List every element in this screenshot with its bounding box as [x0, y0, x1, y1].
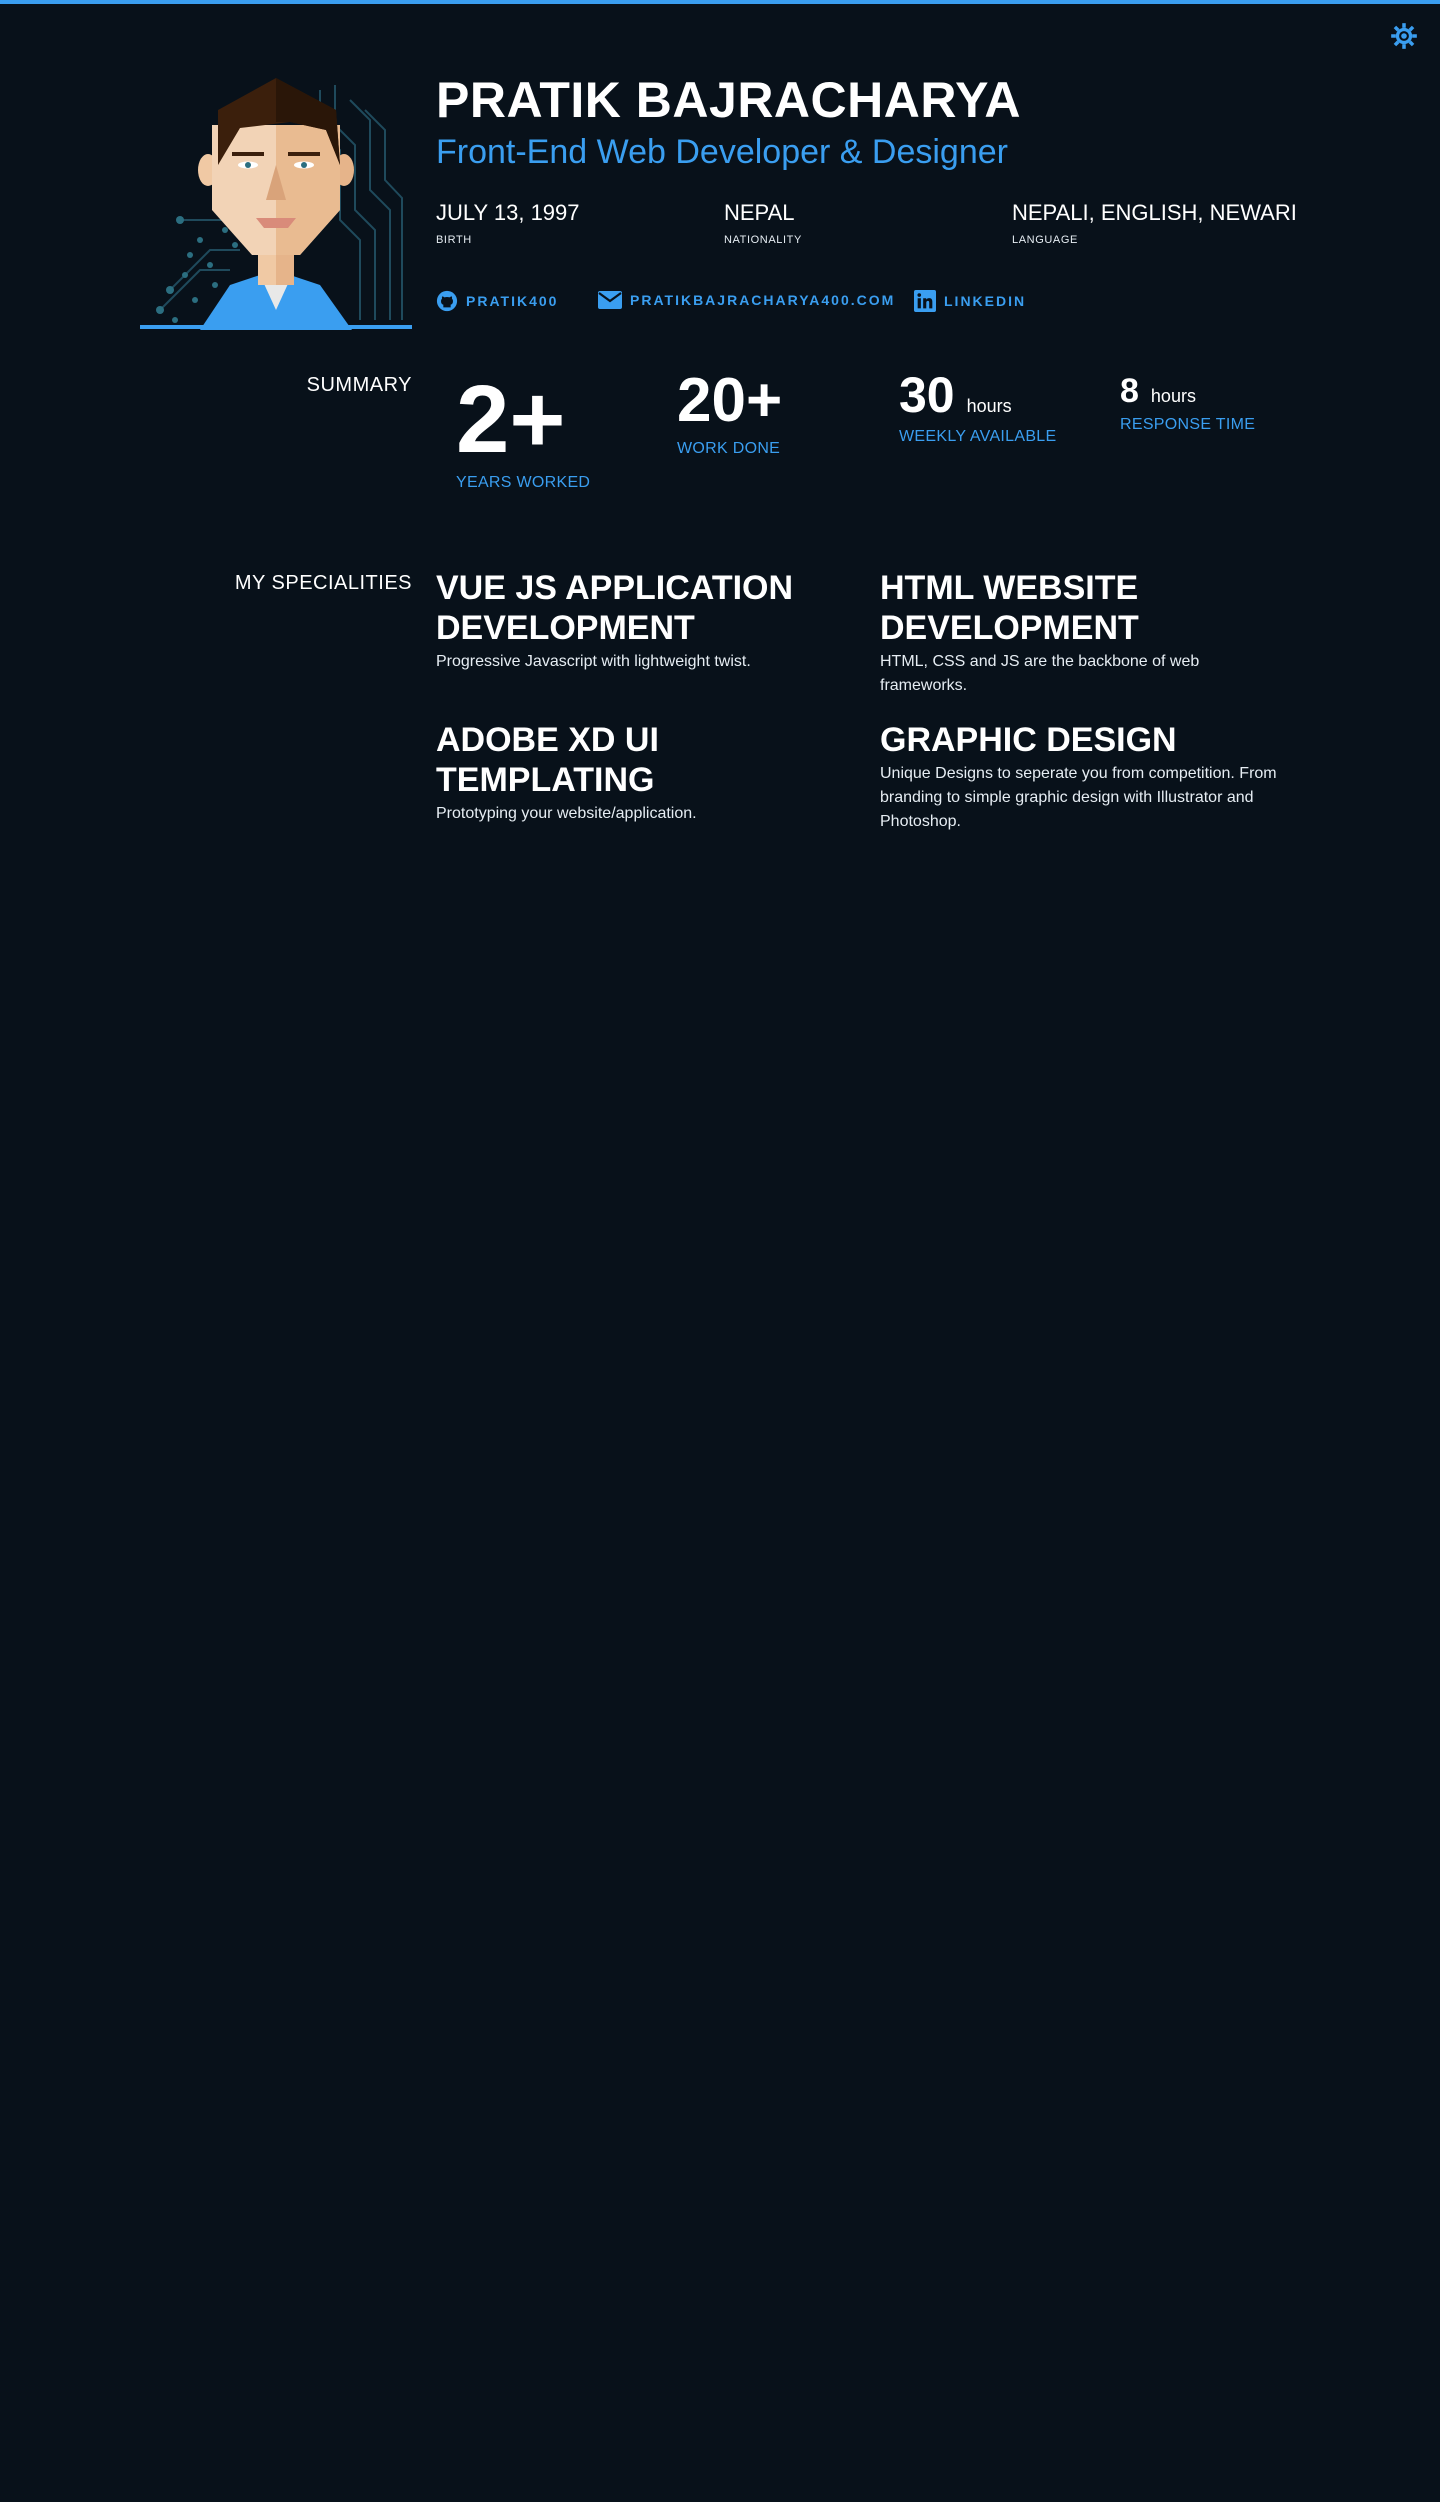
speciality-vue: VUE JS APPLICATION DEVELOPMENT Progressi…	[436, 568, 836, 674]
stat-weekly-available: 30 hours WEEKLY AVAILABLE	[899, 366, 1056, 446]
stat-response-time: 8 hours RESPONSE TIME	[1120, 370, 1255, 434]
speciality-graphic: GRAPHIC DESIGN Unique Designs to seperat…	[880, 720, 1280, 834]
speciality-title: GRAPHIC DESIGN	[880, 721, 1177, 759]
fact-label: BIRTH	[436, 234, 472, 246]
stat-work-done: 20+ WORK DONE	[677, 366, 782, 458]
stat-label: WORK DONE	[677, 440, 781, 457]
speciality-html: HTML WEBSITE DEVELOPMENT HTML, CSS and J…	[880, 568, 1280, 698]
speciality-title: HTML WEBSITE DEVELOPMENT	[880, 569, 1139, 647]
summary-title: SUMMARY	[306, 374, 412, 396]
profile-role: Front-End Web Developer & Designer	[436, 133, 1008, 171]
contact-linkedin-link[interactable]: LINKEDIN	[914, 290, 1026, 312]
avatar-underline	[140, 325, 412, 329]
stat-unit: hours	[966, 396, 1012, 416]
contact-github-link[interactable]: PRATIK400	[436, 290, 558, 312]
specialities-title: MY SPECIALITIES	[234, 572, 412, 594]
stat-value: 2+	[456, 366, 566, 473]
sun-settings-icon	[1391, 23, 1417, 49]
stat-unit: hours	[1150, 386, 1196, 406]
stat-label: RESPONSE TIME	[1120, 416, 1256, 433]
stat-years-worked: 2+ YEARS WORKED	[456, 370, 590, 492]
stat-label: WEEKLY AVAILABLE	[899, 428, 1057, 445]
fact-nationality: NEPAL NATIONALITY	[724, 200, 802, 246]
speciality-desc: Progressive Javascript with lightweight …	[436, 653, 751, 670]
linkedin-icon	[914, 290, 936, 312]
fact-value: JULY 13, 1997	[436, 200, 580, 225]
stat-value: 20+	[677, 366, 783, 435]
speciality-desc: Prototyping your website/application.	[436, 805, 697, 822]
theme-toggle-button[interactable]	[1390, 22, 1418, 50]
contact-label: LINKEDIN	[944, 293, 1027, 309]
speciality-title: ADOBE XD UI TEMPLATING	[436, 721, 659, 799]
contact-label: PRATIKBAJRACHARYA400.COM	[630, 292, 896, 308]
stat-value: 8	[1120, 372, 1139, 410]
stat-value: 30	[899, 367, 955, 423]
github-icon	[436, 290, 458, 312]
fact-label: LANGUAGE	[1012, 234, 1078, 246]
speciality-title: VUE JS APPLICATION DEVELOPMENT	[436, 569, 794, 647]
fact-birth: JULY 13, 1997 BIRTH	[436, 200, 580, 246]
fact-value: NEPALI, ENGLISH, NEWARI	[1012, 200, 1297, 225]
top-accent-bar	[0, 0, 1440, 4]
contact-email-link[interactable]: PRATIKBAJRACHARYA400.COM	[598, 290, 895, 310]
avatar	[140, 70, 412, 330]
envelope-icon	[598, 291, 622, 309]
fact-value: NEPAL	[724, 200, 795, 225]
speciality-desc: Unique Designs to seperate you from comp…	[880, 765, 1277, 830]
stat-label: YEARS WORKED	[456, 474, 591, 491]
fact-label: NATIONALITY	[724, 234, 802, 246]
contact-label: PRATIK400	[466, 293, 559, 309]
fact-language: NEPALI, ENGLISH, NEWARI LANGUAGE	[1012, 200, 1297, 246]
profile-name: PRATIK BAJRACHARYA	[436, 72, 1021, 128]
speciality-xd: ADOBE XD UI TEMPLATING Prototyping your …	[436, 720, 836, 826]
avatar-illustration	[156, 78, 403, 330]
speciality-desc: HTML, CSS and JS are the backbone of web…	[880, 653, 1200, 694]
